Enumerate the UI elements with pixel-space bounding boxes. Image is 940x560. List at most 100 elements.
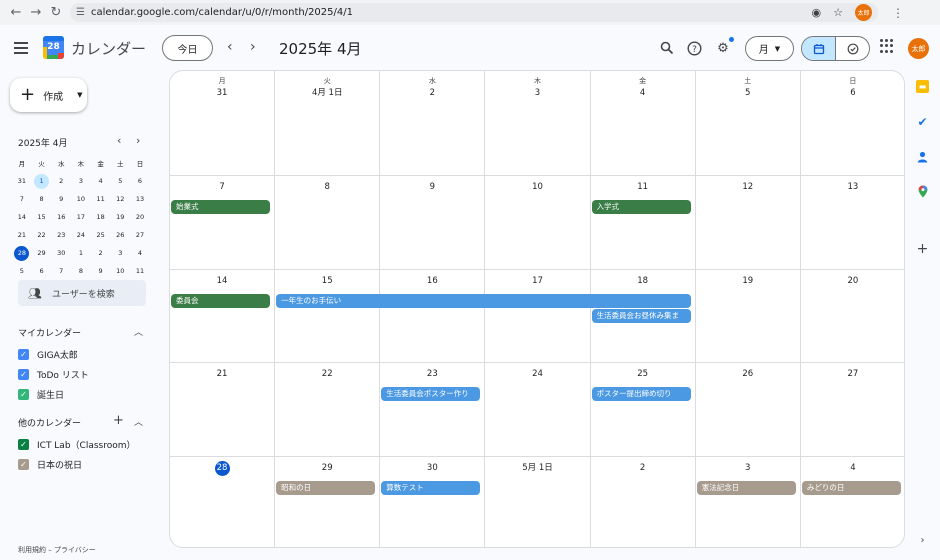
mini-day[interactable]: 16 [51,208,71,226]
day-number[interactable]: 22 [320,367,335,382]
address-bar[interactable]: ☰ calendar.google.com/calendar/u/0/r/mon… [70,3,878,22]
day-number[interactable]: 4 [635,86,650,101]
google-apps-icon[interactable] [880,39,894,53]
day-number[interactable]: 29 [320,461,335,476]
mini-day[interactable]: 7 [51,262,71,280]
day-cell[interactable]: 27 [800,363,904,457]
mini-day[interactable]: 1 [32,172,52,190]
calendar-list-item[interactable]: ✓ 誕生日 [18,388,64,401]
day-cell[interactable]: 2 [591,456,696,547]
next-period-icon[interactable]: › [250,39,256,55]
mini-day[interactable]: 4 [130,244,150,262]
day-number[interactable]: 6 [845,86,860,101]
tasks-icon[interactable]: ✔ [916,115,929,129]
day-cell[interactable]: 金4 [590,71,696,176]
day-cell[interactable]: 4 [801,457,904,548]
mini-day[interactable]: 7 [12,190,32,208]
mini-day[interactable]: 15 [32,208,52,226]
mini-day[interactable]: 2 [51,172,71,190]
add-addon-icon[interactable]: + [916,241,929,257]
day-cell[interactable]: 火 4月 1日 [275,71,381,176]
site-info-icon[interactable]: ☰ [76,7,85,18]
today-button[interactable]: 今日 [162,35,213,61]
calendar-list-item[interactable]: ✓ 日本の祝日 [18,458,82,471]
eye-icon[interactable]: ◉ [812,6,822,19]
search-people-input[interactable]: 👥︎ ユーザーを検索 [18,280,146,306]
day-number[interactable]: 9 [425,180,440,195]
mini-day[interactable]: 5 [12,262,32,280]
day-cell[interactable]: 土5 [695,71,801,176]
collapse-other-calendars-icon[interactable]: ︿ [134,415,143,428]
day-cell[interactable]: 30 [380,456,486,547]
mini-day[interactable]: 21 [12,226,32,244]
bookmark-star-icon[interactable]: ☆ [833,6,843,19]
event-chip[interactable]: 一年生のお手伝い [276,293,691,308]
contacts-icon[interactable] [916,150,929,163]
mini-next-month-icon[interactable]: › [136,134,140,147]
mini-day[interactable]: 11 [130,262,150,280]
mini-day[interactable]: 20 [130,208,150,226]
event-chip[interactable]: 委員会 [171,293,271,308]
day-number[interactable]: 7 [215,180,230,195]
day-number[interactable]: 4 [845,461,860,476]
mini-day[interactable]: 23 [51,226,71,244]
day-cell[interactable]: 水2 [380,71,486,176]
day-cell[interactable]: 25 [590,363,696,457]
day-number[interactable]: 5 [740,86,755,101]
day-cell[interactable]: 日6 [800,71,904,176]
previous-period-icon[interactable]: ‹ [227,39,233,55]
mini-day[interactable]: 2 [91,244,111,262]
day-number[interactable]: 4月 1日 [312,86,343,101]
checkbox-icon[interactable]: ✓ [18,459,29,470]
day-cell[interactable]: 13 [800,176,904,270]
day-cell[interactable]: 16 [380,269,486,363]
mini-day[interactable]: 3 [71,172,91,190]
my-calendars-title[interactable]: マイカレンダー [18,326,81,339]
mini-day[interactable]: 14 [12,208,32,226]
day-cell[interactable]: 10 [485,176,591,270]
mini-day[interactable]: 18 [91,208,111,226]
mini-day[interactable]: 27 [130,226,150,244]
day-cell[interactable]: 7 [170,176,276,270]
day-cell[interactable]: 3 [696,456,801,547]
day-number[interactable]: 12 [740,180,755,195]
browser-menu-icon[interactable]: ⋮ [892,6,904,20]
day-cell[interactable]: 28 [170,456,276,547]
mini-day[interactable]: 6 [130,172,150,190]
mini-day[interactable]: 1 [71,244,91,262]
mini-day[interactable]: 19 [110,208,130,226]
back-icon[interactable]: ← [6,3,26,23]
day-number[interactable]: 18 [635,274,650,289]
day-number[interactable]: 30 [425,461,440,476]
day-number[interactable]: 24 [530,367,545,382]
checkbox-icon[interactable]: ✓ [18,349,29,360]
event-chip[interactable]: みどりの日 [801,480,901,495]
day-cell[interactable]: 9 [380,176,486,270]
day-number[interactable]: 15 [320,274,335,289]
mini-day[interactable]: 22 [32,226,52,244]
mini-day[interactable]: 24 [71,226,91,244]
calendar-view-icon[interactable] [802,37,836,60]
create-button[interactable]: + 作成 ▼ [10,78,87,112]
day-number[interactable]: 21 [215,367,230,382]
event-chip[interactable]: ポスター提出締め切り [591,387,691,401]
help-icon[interactable]: ? [684,38,704,58]
checkbox-icon[interactable]: ✓ [18,439,29,450]
day-number[interactable]: 3 [530,86,545,101]
day-number[interactable]: 27 [845,367,860,382]
view-toggle[interactable] [801,36,870,61]
mini-prev-month-icon[interactable]: ‹ [117,134,121,147]
mini-day[interactable]: 9 [51,190,71,208]
mini-day[interactable]: 10 [71,190,91,208]
tasks-view-icon[interactable] [836,37,869,60]
add-other-calendar-icon[interactable]: + [113,413,124,428]
forward-icon[interactable]: → [26,3,46,23]
day-cell[interactable]: 14 [170,269,276,363]
collapse-my-calendars-icon[interactable]: ︿ [134,325,143,338]
day-number[interactable]: 2 [635,461,650,476]
day-number[interactable]: 23 [425,367,440,382]
event-chip[interactable]: 算数テスト [381,480,481,495]
event-chip[interactable]: 入学式 [591,200,691,214]
mini-day[interactable]: 8 [71,262,91,280]
day-cell[interactable]: 12 [695,176,801,270]
